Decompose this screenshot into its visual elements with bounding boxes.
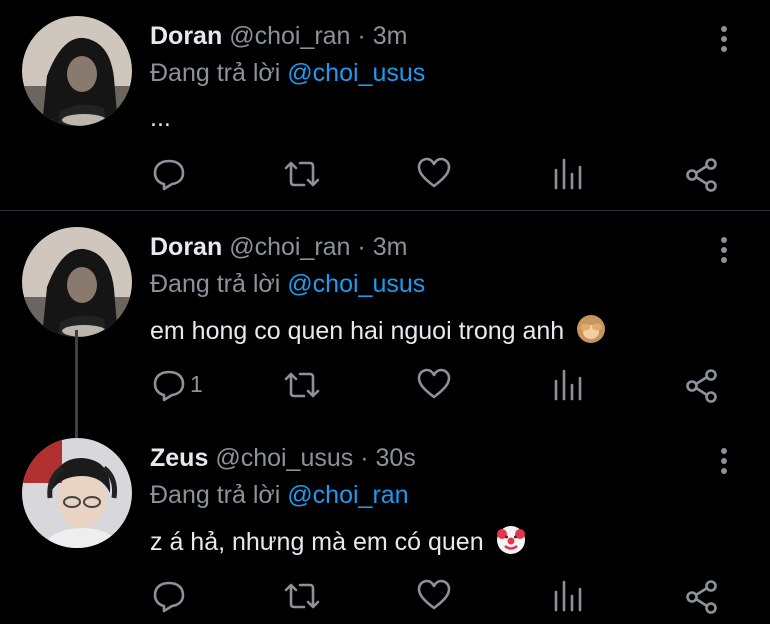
reply-button[interactable] bbox=[152, 156, 186, 196]
retweet-button[interactable] bbox=[283, 156, 321, 196]
reply-prefix: Đang trả lời bbox=[150, 59, 281, 87]
analytics-icon bbox=[554, 580, 582, 612]
reply-mention[interactable]: @choi_usus bbox=[287, 270, 425, 298]
retweet-button[interactable] bbox=[283, 578, 321, 618]
reply-prefix: Đang trả lời bbox=[150, 270, 281, 298]
reply-count: 1 bbox=[190, 371, 203, 397]
reply-mention[interactable]: @choi_ran bbox=[287, 481, 408, 509]
user-handle[interactable]: @choi_ran bbox=[229, 22, 350, 50]
like-icon bbox=[417, 157, 451, 188]
tweet-text: em hong co quen hai nguoi trong anh bbox=[150, 317, 565, 345]
share-button[interactable] bbox=[684, 156, 720, 196]
display-name[interactable]: Doran bbox=[150, 22, 222, 50]
avatar-doran[interactable] bbox=[22, 16, 132, 126]
like-icon bbox=[417, 579, 451, 610]
reply-button[interactable]: 1 bbox=[152, 367, 203, 407]
like-button[interactable] bbox=[416, 578, 452, 618]
tweet-actions: 1 bbox=[0, 367, 770, 407]
tweet-text-container: z á hả, nhưng mà em có quen bbox=[150, 526, 525, 557]
more-options-icon[interactable] bbox=[714, 446, 734, 476]
analytics-icon bbox=[554, 369, 582, 401]
reply-icon bbox=[153, 581, 185, 613]
tweet-divider bbox=[0, 210, 770, 211]
like-button[interactable] bbox=[416, 367, 452, 407]
user-handle[interactable]: @choi_usus bbox=[215, 444, 353, 472]
analytics-button[interactable] bbox=[553, 367, 583, 407]
user-handle[interactable]: @choi_ran bbox=[229, 233, 350, 261]
avatar-doran[interactable] bbox=[22, 227, 132, 337]
retweet-icon bbox=[284, 372, 320, 398]
tweet-actions bbox=[0, 578, 770, 618]
timestamp[interactable]: · 30s bbox=[360, 444, 416, 472]
reply-mention[interactable]: @choi_usus bbox=[287, 59, 425, 87]
analytics-button[interactable] bbox=[553, 578, 583, 618]
thread-connector-line bbox=[75, 330, 78, 438]
tweet-header: Doran @choi_ran · 3m bbox=[150, 22, 407, 51]
reply-button[interactable] bbox=[152, 578, 186, 618]
like-button[interactable] bbox=[416, 156, 452, 196]
tweet-header: Zeus @choi_usus · 30s bbox=[150, 444, 416, 473]
retweet-button[interactable] bbox=[283, 367, 321, 407]
reply-context: Đang trả lời @choi_usus bbox=[150, 59, 425, 88]
more-options-icon[interactable] bbox=[714, 24, 734, 54]
retweet-icon bbox=[284, 583, 320, 609]
analytics-icon bbox=[554, 158, 582, 190]
timestamp[interactable]: · 3m bbox=[357, 233, 407, 261]
reply-icon bbox=[153, 159, 185, 191]
display-name[interactable]: Zeus bbox=[150, 444, 208, 472]
share-button[interactable] bbox=[684, 578, 720, 618]
tweet-text: z á hả, nhưng mà em có quen bbox=[150, 528, 484, 556]
clown-face-emoji bbox=[496, 526, 525, 554]
share-icon bbox=[686, 580, 717, 614]
share-icon bbox=[686, 158, 717, 192]
reply-icon bbox=[153, 370, 185, 402]
tweet-actions bbox=[0, 156, 770, 196]
tweet-header: Doran @choi_ran · 3m bbox=[150, 233, 407, 262]
analytics-button[interactable] bbox=[553, 156, 583, 196]
reply-context: Đang trả lời @choi_usus bbox=[150, 270, 425, 299]
like-icon bbox=[417, 368, 451, 399]
timestamp[interactable]: · 3m bbox=[357, 22, 407, 50]
tweet-text-container: em hong co quen hai nguoi trong anh bbox=[150, 315, 606, 346]
retweet-icon bbox=[284, 161, 320, 187]
see-no-evil-monkey-emoji bbox=[577, 315, 606, 343]
reply-prefix: Đang trả lời bbox=[150, 481, 281, 509]
tweet-text: ... bbox=[150, 104, 171, 132]
more-options-icon[interactable] bbox=[714, 235, 734, 265]
share-icon bbox=[686, 369, 717, 403]
display-name[interactable]: Doran bbox=[150, 233, 222, 261]
avatar-zeus[interactable] bbox=[22, 438, 132, 548]
share-button[interactable] bbox=[684, 367, 720, 407]
reply-context: Đang trả lời @choi_ran bbox=[150, 481, 409, 510]
